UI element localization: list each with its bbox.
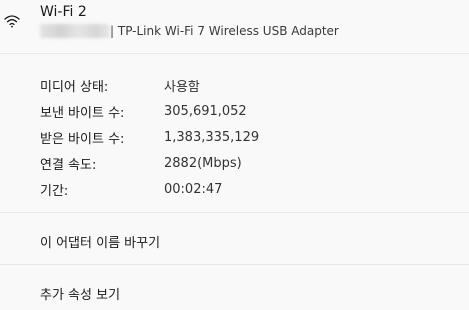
- property-label: 기간:: [40, 183, 69, 199]
- property-label: 미디어 상태:: [40, 79, 109, 95]
- property-label: 연결 속도:: [40, 157, 97, 173]
- adapter-details-panel: Wi-Fi 2 | TP-Link Wi-Fi 7 Wireless USB A…: [0, 0, 469, 310]
- view-more-properties-link[interactable]: 추가 속성 보기: [40, 284, 120, 303]
- property-row-bytes-sent: 보낸 바이트 수: 305,691,052: [40, 98, 259, 124]
- divider: [0, 264, 469, 265]
- adapter-header: Wi-Fi 2 | TP-Link Wi-Fi 7 Wireless USB A…: [0, 0, 469, 52]
- adapter-subline: | TP-Link Wi-Fi 7 Wireless USB Adapter: [40, 24, 339, 38]
- property-label: 받은 바이트 수:: [40, 131, 125, 147]
- adapter-name: Wi-Fi 2: [40, 4, 87, 20]
- redacted-text: [40, 24, 110, 38]
- properties-list: 미디어 상태: 사용함 보낸 바이트 수: 305,691,052 받은 바이트…: [40, 72, 259, 202]
- property-value: 2882(Mbps): [164, 155, 242, 171]
- property-row-duration: 기간: 00:02:47: [40, 176, 259, 202]
- property-value: 00:02:47: [164, 181, 223, 197]
- property-value: 1,383,335,129: [164, 129, 260, 145]
- adapter-description: | TP-Link Wi-Fi 7 Wireless USB Adapter: [110, 24, 339, 38]
- property-value: 사용함: [164, 79, 200, 95]
- divider: [0, 53, 469, 54]
- wifi-icon: [4, 15, 20, 28]
- divider: [0, 212, 469, 213]
- property-row-media-state: 미디어 상태: 사용함: [40, 72, 259, 98]
- property-row-link-speed: 연결 속도: 2882(Mbps): [40, 150, 259, 176]
- property-row-bytes-received: 받은 바이트 수: 1,383,335,129: [40, 124, 259, 150]
- rename-adapter-link[interactable]: 이 어댑터 이름 바꾸기: [40, 232, 160, 251]
- property-value: 305,691,052: [164, 103, 247, 119]
- property-label: 보낸 바이트 수:: [40, 105, 125, 121]
